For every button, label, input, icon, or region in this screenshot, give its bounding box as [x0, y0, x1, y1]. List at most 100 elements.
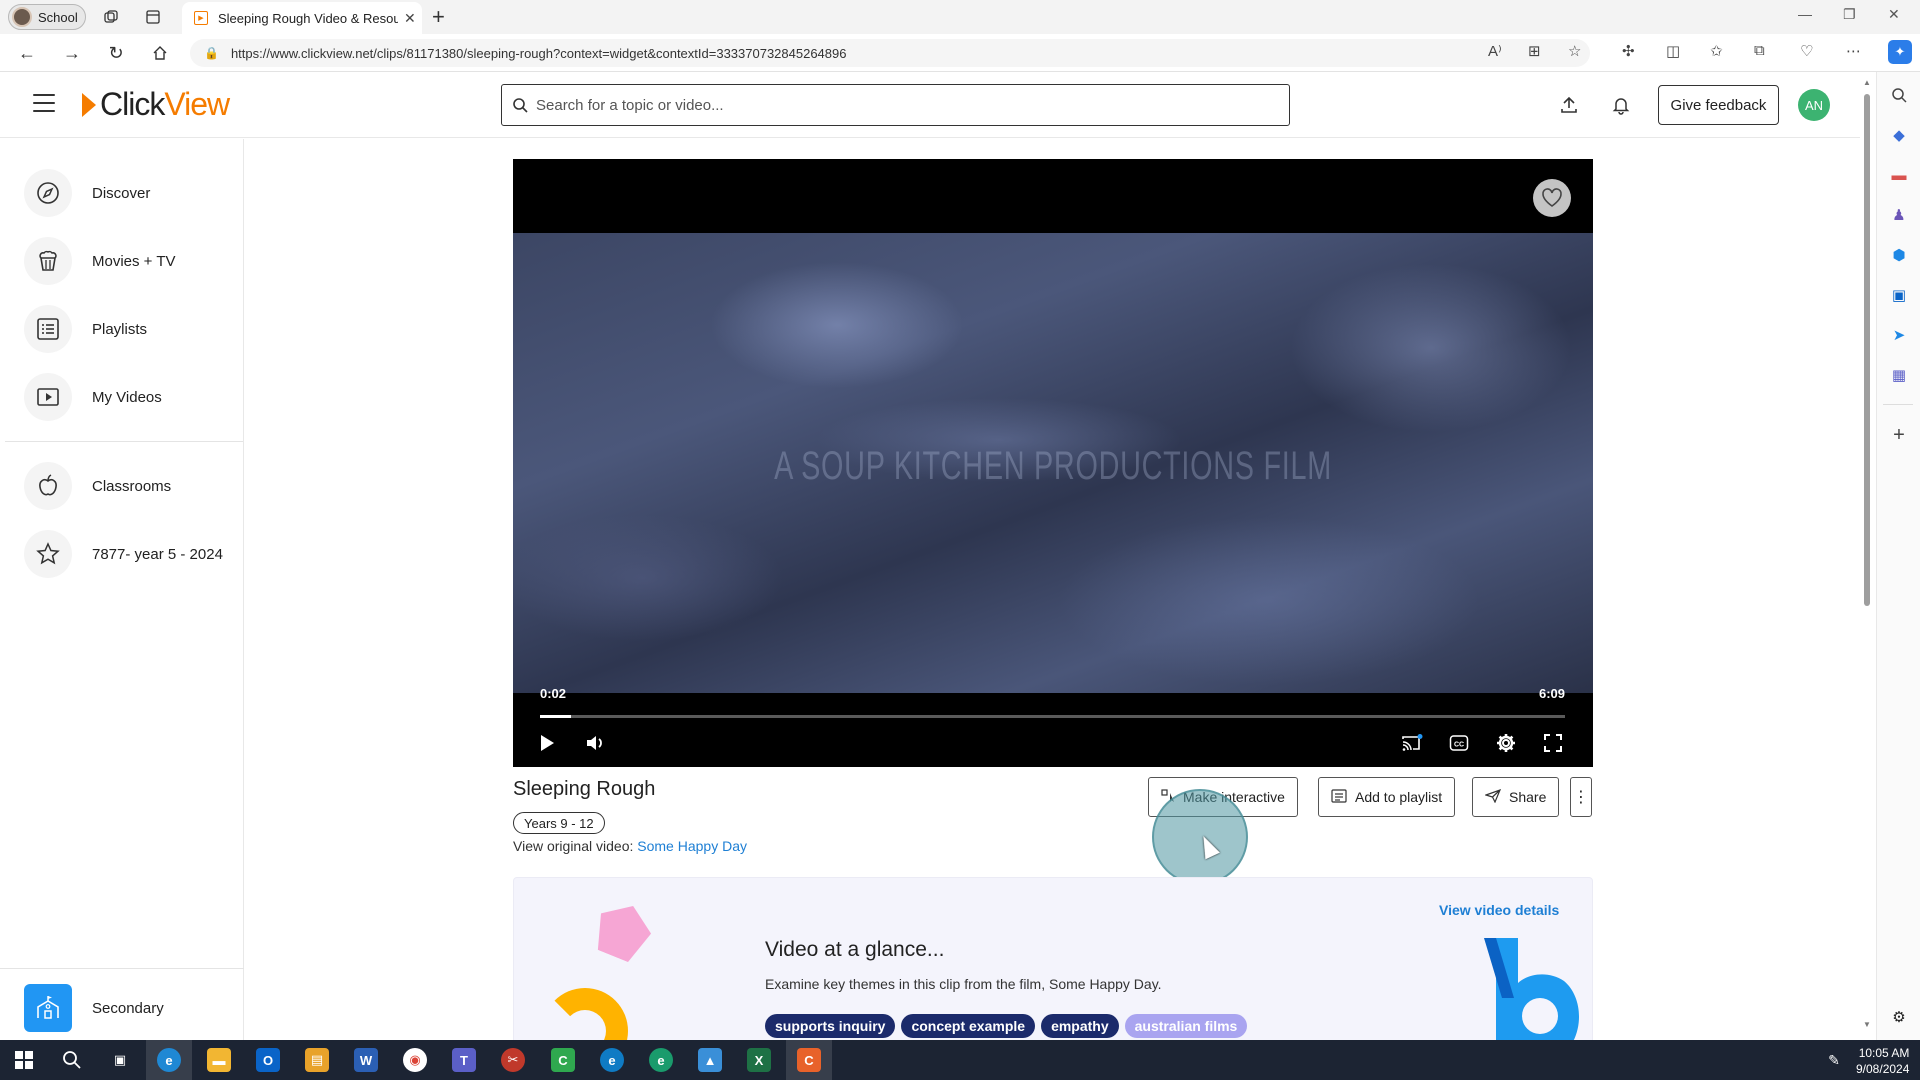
favorite-star-icon[interactable]: ☆: [1568, 42, 1581, 60]
send-icon[interactable]: ➤: [1888, 324, 1910, 346]
cast-icon[interactable]: [1400, 731, 1424, 755]
school-level-label[interactable]: Secondary: [92, 1000, 164, 1017]
upload-icon[interactable]: [1556, 92, 1582, 118]
edge-icon[interactable]: e: [157, 1048, 181, 1072]
browser-tab-active[interactable]: ▶ Sleeping Rough Video & Resources ✕: [182, 2, 422, 34]
windows-start-icon[interactable]: [12, 1048, 36, 1072]
forward-icon[interactable]: →: [61, 42, 83, 64]
share-button[interactable]: Share: [1472, 777, 1560, 817]
copilot-icon[interactable]: ✦: [1888, 40, 1912, 64]
home-icon[interactable]: [149, 42, 171, 64]
teams-icon[interactable]: ▦: [1888, 364, 1910, 386]
tag-list: supports inquiry concept example empathy…: [765, 1014, 1248, 1038]
app-available-icon[interactable]: ⊞: [1528, 42, 1541, 60]
split-screen-icon[interactable]: ◫: [1666, 42, 1680, 60]
profile-button[interactable]: School: [8, 4, 86, 30]
glance-description: Examine key themes in this clip from the…: [765, 976, 1162, 992]
sidebar-item-discover[interactable]: Discover: [24, 169, 234, 217]
edge-beta-icon[interactable]: e: [600, 1048, 624, 1072]
video-player[interactable]: A SOUP KITCHEN PRODUCTIONS FILM 0:02 6:0…: [513, 159, 1593, 767]
video-credit-text: A SOUP KITCHEN PRODUCTIONS FILM: [774, 444, 1332, 488]
logo-text-click: Click: [100, 86, 165, 122]
menu-icon[interactable]: [33, 94, 55, 112]
play-icon[interactable]: [535, 731, 559, 755]
toolbox-icon[interactable]: ▬: [1888, 164, 1910, 186]
chrome-icon[interactable]: ◉: [403, 1048, 427, 1072]
favorites-icon[interactable]: ✩: [1710, 42, 1723, 60]
search-input[interactable]: [536, 96, 1236, 114]
sidebar-item-label: 7877- year 5 - 2024: [92, 545, 223, 563]
taskbar-search-icon[interactable]: [60, 1048, 84, 1072]
scrollbar-thumb[interactable]: [1864, 94, 1870, 606]
favorite-heart-icon[interactable]: [1533, 179, 1571, 217]
sidebar-item-my-videos[interactable]: My Videos: [24, 373, 234, 421]
tag-item[interactable]: empathy: [1041, 1014, 1119, 1038]
new-tab-icon[interactable]: +: [432, 4, 445, 30]
sidebar-item-label: Movies + TV: [92, 252, 176, 270]
browser-essentials-icon[interactable]: ♡: [1800, 42, 1813, 60]
add-to-playlist-button[interactable]: Add to playlist: [1318, 777, 1456, 817]
closed-captions-icon[interactable]: CC: [1447, 731, 1471, 755]
files-icon[interactable]: ▤: [305, 1048, 329, 1072]
pen-icon[interactable]: ✎: [1822, 1048, 1846, 1072]
read-aloud-icon[interactable]: A⁾: [1488, 42, 1502, 60]
system-clock[interactable]: 10:05 AM 9/08/2024: [1856, 1045, 1909, 1077]
give-feedback-button[interactable]: Give feedback: [1658, 85, 1779, 125]
popcorn-icon: [24, 237, 72, 285]
sidebar-item-classrooms[interactable]: Classrooms: [24, 462, 234, 510]
back-icon[interactable]: ←: [16, 42, 38, 64]
excel-icon[interactable]: X: [747, 1048, 771, 1072]
outlook-icon[interactable]: ▣: [1888, 284, 1910, 306]
glance-title: Video at a glance...: [765, 938, 945, 961]
scroll-up-icon[interactable]: ▲: [1863, 78, 1871, 87]
settings-gear-icon[interactable]: [1494, 731, 1518, 755]
tag-item[interactable]: australian films: [1124, 1014, 1248, 1038]
refresh-icon[interactable]: ↻: [105, 42, 127, 64]
snipping-tool-icon[interactable]: ✂: [501, 1048, 525, 1072]
clickview-logo[interactable]: Click View: [82, 86, 230, 123]
progress-bar[interactable]: [540, 715, 1565, 718]
view-video-details-link[interactable]: View video details: [1439, 902, 1559, 918]
sidebar-settings-icon[interactable]: ⚙: [1888, 1006, 1910, 1028]
sidebar-item-class[interactable]: 7877- year 5 - 2024: [24, 530, 234, 578]
minimize-icon[interactable]: —: [1798, 6, 1812, 22]
edge-dev-icon[interactable]: e: [649, 1048, 673, 1072]
close-tab-icon[interactable]: ✕: [404, 10, 416, 27]
restore-icon[interactable]: ❐: [1843, 6, 1856, 23]
teams-taskbar-icon[interactable]: T: [452, 1048, 476, 1072]
search-box[interactable]: [501, 84, 1290, 126]
fullscreen-icon[interactable]: [1541, 731, 1565, 755]
collections-icon[interactable]: ⧉: [1754, 42, 1765, 59]
original-video-link[interactable]: Some Happy Day: [637, 838, 747, 854]
school-icon[interactable]: [24, 984, 72, 1032]
green-app-icon[interactable]: C: [551, 1048, 575, 1072]
sidebar-item-movies-tv[interactable]: Movies + TV: [24, 237, 234, 285]
close-window-icon[interactable]: ✕: [1888, 6, 1900, 23]
scroll-down-icon[interactable]: ▼: [1863, 1020, 1871, 1029]
file-explorer-icon[interactable]: ▬: [207, 1048, 231, 1072]
tag-item[interactable]: concept example: [901, 1014, 1036, 1038]
notifications-bell-icon[interactable]: [1608, 92, 1634, 118]
workspaces-icon[interactable]: [100, 6, 122, 28]
outlook-taskbar-icon[interactable]: O: [256, 1048, 280, 1072]
url-field[interactable]: 🔒 https://www.clickview.net/clips/811713…: [190, 39, 1590, 67]
tag-item[interactable]: supports inquiry: [765, 1014, 896, 1038]
photos-icon[interactable]: ▲: [698, 1048, 722, 1072]
clickview-taskbar-icon[interactable]: C: [797, 1048, 821, 1072]
sidebar-item-playlists[interactable]: Playlists: [24, 305, 234, 353]
page-scrollbar[interactable]: ▲ ▼: [1862, 76, 1872, 1034]
volume-icon[interactable]: [583, 731, 607, 755]
search-icon[interactable]: [1888, 84, 1910, 106]
more-actions-icon[interactable]: ⋮: [1570, 777, 1592, 817]
tag-icon[interactable]: ◆: [1888, 124, 1910, 146]
task-view-icon[interactable]: ▣: [108, 1048, 132, 1072]
svg-text:CC: CC: [1454, 742, 1464, 749]
user-avatar[interactable]: AN: [1798, 89, 1830, 121]
extensions-icon[interactable]: ✣: [1622, 42, 1635, 60]
word-icon[interactable]: W: [354, 1048, 378, 1072]
tab-actions-icon[interactable]: [142, 6, 164, 28]
more-options-icon[interactable]: ⋯: [1846, 42, 1861, 60]
games-icon[interactable]: ♟: [1888, 204, 1910, 226]
add-sidebar-icon[interactable]: +: [1888, 424, 1910, 446]
office-icon[interactable]: ⬢: [1888, 244, 1910, 266]
